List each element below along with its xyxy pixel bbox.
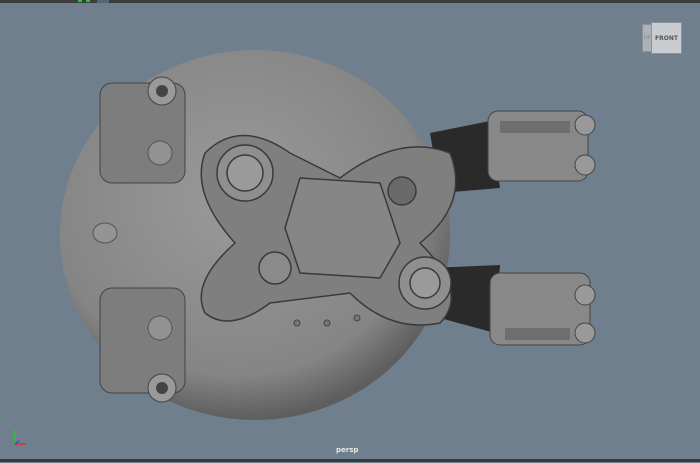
gun-lower bbox=[430, 265, 596, 346]
model-render bbox=[60, 50, 596, 420]
status-indicator bbox=[86, 0, 90, 2]
status-indicator bbox=[78, 0, 82, 2]
view-cube[interactable]: UP FRONT bbox=[642, 22, 682, 56]
view-cube-front[interactable]: FRONT bbox=[651, 22, 682, 54]
3d-viewport[interactable] bbox=[0, 3, 700, 459]
camera-label: persp bbox=[336, 446, 359, 454]
axis-gizmo-icon bbox=[14, 430, 26, 445]
pod-lower-left bbox=[99, 287, 186, 403]
pod-upper-left bbox=[99, 76, 186, 184]
